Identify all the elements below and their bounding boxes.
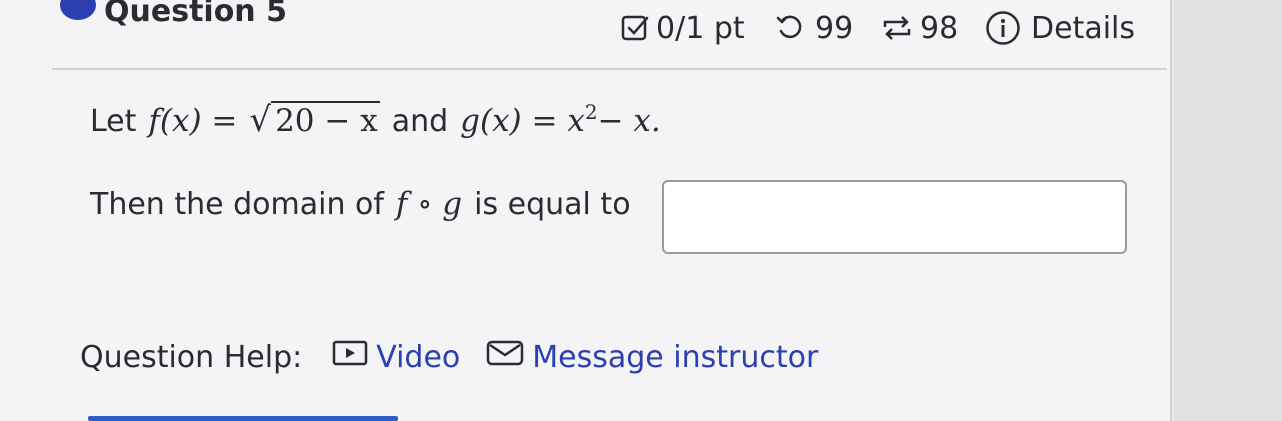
question-help: Question Help: Video Message instructor bbox=[80, 336, 818, 378]
question-title: Question 5 bbox=[104, 0, 287, 29]
circle-dot-icon bbox=[60, 0, 96, 20]
retry-icon bbox=[775, 13, 805, 43]
composition-expression: f ∘ g bbox=[395, 186, 463, 222]
video-link[interactable]: Video bbox=[332, 339, 460, 375]
details-label: Details bbox=[1031, 10, 1136, 46]
header-divider bbox=[52, 68, 1167, 70]
video-label: Video bbox=[376, 339, 461, 375]
info-icon bbox=[985, 10, 1021, 46]
details-button[interactable]: Details bbox=[985, 8, 1135, 48]
question-card: Question 5 0/1 pt 99 98 Details Let f(x)… bbox=[0, 0, 1172, 421]
message-instructor-link[interactable]: Message instructor bbox=[486, 339, 818, 375]
g-exponent: 2 bbox=[584, 100, 598, 124]
problem-prompt: Then the domain of f ∘ g is equal to bbox=[90, 186, 631, 222]
then-text: Then the domain of bbox=[90, 187, 384, 222]
tries-count: 99 bbox=[815, 10, 854, 46]
question-help-label: Question Help: bbox=[80, 339, 303, 375]
repeat-icon bbox=[880, 13, 914, 43]
g-definition-lhs: g(x) = x bbox=[460, 103, 585, 139]
radical-sign: √ bbox=[249, 100, 272, 140]
problem-definition: Let f(x) = √ 20 − x and g(x) = x2 − x. bbox=[90, 100, 661, 140]
and-text: and bbox=[391, 104, 449, 139]
score-text: 0/1 pt bbox=[656, 10, 745, 46]
sqrt-expression: √ 20 − x bbox=[249, 100, 380, 140]
submissions-count: 98 bbox=[920, 10, 959, 46]
submissions-indicator: 98 bbox=[880, 8, 958, 48]
page-margin bbox=[1174, 0, 1282, 421]
checkbox-icon bbox=[620, 13, 650, 43]
answer-input[interactable] bbox=[662, 180, 1127, 254]
submit-button-edge[interactable] bbox=[88, 416, 398, 421]
is-equal-text: is equal to bbox=[474, 187, 631, 222]
tries-indicator: 99 bbox=[775, 8, 853, 48]
message-instructor-label: Message instructor bbox=[532, 339, 819, 375]
let-text: Let bbox=[90, 104, 137, 139]
score-indicator: 0/1 pt bbox=[620, 8, 745, 48]
f-definition-lhs: f(x) = bbox=[148, 103, 238, 139]
radicand: 20 − x bbox=[271, 101, 380, 139]
video-icon bbox=[332, 339, 368, 375]
g-definition-rest: − x. bbox=[597, 103, 661, 139]
envelope-icon bbox=[486, 339, 524, 375]
